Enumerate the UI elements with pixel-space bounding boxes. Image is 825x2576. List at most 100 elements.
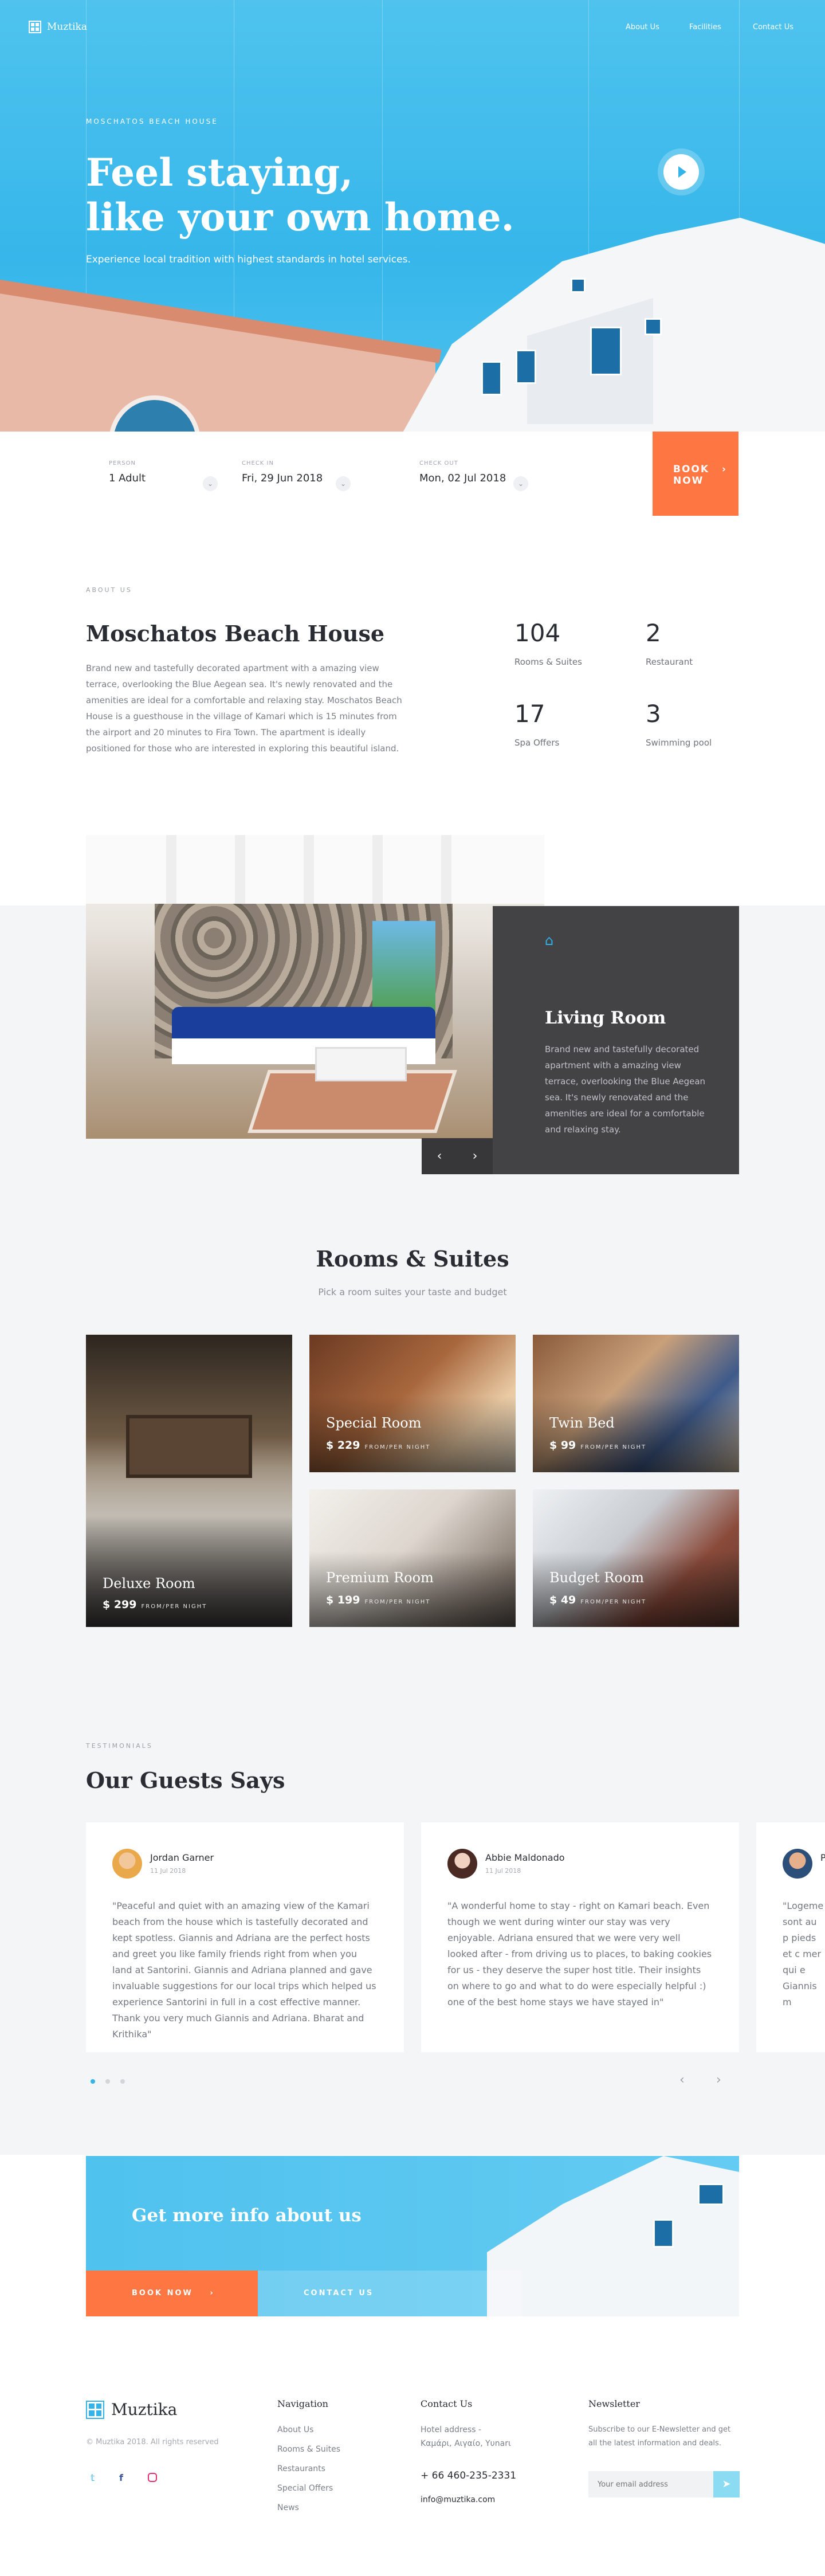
instagram-icon[interactable] — [148, 2473, 157, 2482]
checkout-value: Mon, 02 Jul 2018 — [419, 472, 506, 484]
testimonial-card: P "Logeme sont au p pieds et c mer qui e… — [756, 1822, 825, 2052]
footer-link-news[interactable]: News — [277, 2503, 299, 2512]
room-price-unit: FROM/PER NIGHT — [580, 1444, 647, 1450]
cta-banner: Get more info about us BOOK NOW › CONTAC… — [86, 2156, 739, 2316]
stat-pool-label: Swimming pool — [646, 738, 712, 748]
hero-window — [645, 318, 662, 335]
room-card-special[interactable]: Special Room $ 229 FROM/PER NIGHT — [309, 1335, 516, 1472]
chevron-down-icon[interactable]: ⌄ — [203, 476, 218, 491]
cta-window — [653, 2219, 674, 2248]
about-text: Brand new and tastefully decorated apart… — [86, 663, 402, 754]
room-card-budget[interactable]: Budget Room $ 49 FROM/PER NIGHT — [533, 1489, 739, 1627]
room-card-deluxe[interactable]: Deluxe Room $ 299 FROM/PER NIGHT — [86, 1335, 292, 1627]
room-price-value: $ 199 — [326, 1594, 360, 1606]
newsletter-email-input[interactable] — [588, 2471, 713, 2497]
testimonial-quote: "Logeme sont au p pieds et c mer qui e G… — [783, 1900, 824, 2008]
stat-spa-number: 17 — [514, 700, 545, 728]
avatar — [112, 1849, 142, 1879]
chevron-right-icon: › — [721, 464, 727, 475]
room-price-unit: FROM/PER NIGHT — [364, 1444, 431, 1450]
living-room-image — [86, 835, 544, 1139]
hero-window — [590, 327, 622, 375]
play-icon[interactable] — [663, 154, 699, 190]
twitter-icon[interactable]: 𝕥 — [91, 2472, 95, 2483]
room-price-value: $ 229 — [326, 1439, 360, 1452]
hero-window — [516, 350, 536, 384]
room-price-unit: FROM/PER NIGHT — [141, 1603, 207, 1610]
footer-email[interactable]: info@muztika.com — [421, 2493, 495, 2507]
rooms-subtitle: Pick a room suites your taste and budget — [318, 1287, 507, 1297]
nav-contact-us[interactable]: Contact Us — [753, 23, 793, 32]
chevron-right-icon[interactable]: › — [457, 1138, 493, 1174]
checkout-field[interactable]: Check out Mon, 02 Jul 2018 ⌄ — [419, 460, 528, 491]
room-price: $ 229 FROM/PER NIGHT — [326, 1439, 430, 1452]
footer-link-offers[interactable]: Special Offers — [277, 2484, 333, 2493]
nav-about-us[interactable]: About Us — [626, 23, 659, 32]
testimonial-date: 11 Jul 2018 — [150, 1867, 186, 1875]
room-price: $ 299 FROM/PER NIGHT — [103, 1598, 207, 1611]
book-now-button[interactable]: BOOK › NOW — [653, 432, 738, 516]
book-now-line1: BOOK — [673, 464, 710, 475]
cta-book-now-button[interactable]: BOOK NOW › — [86, 2271, 258, 2316]
living-room-text: Brand new and tastefully decorated apart… — [545, 1044, 706, 1135]
checkin-field[interactable]: Check in Fri, 29 Jun 2018 ⌄ — [242, 460, 351, 491]
logo[interactable]: Muztika — [29, 21, 87, 33]
nav-facilities[interactable]: Facilities — [689, 23, 721, 32]
cta-window — [698, 2183, 724, 2205]
living-room-card: ⌂ Living Room Brand new and tastefully d… — [493, 906, 739, 1174]
slider-dot[interactable] — [105, 2079, 110, 2084]
room-price-unit: FROM/PER NIGHT — [364, 1599, 431, 1605]
testimonial-card: Abbie Maldonado 11 Jul 2018 "A wonderful… — [421, 1822, 739, 2052]
testimonial-quote: "A wonderful home to stay - right on Kam… — [447, 1900, 712, 2008]
testimonial-date: 11 Jul 2018 — [485, 1867, 521, 1875]
testimonial-quote: "Peaceful and quiet with an amazing view… — [112, 1900, 376, 2040]
footer-link-restaurants[interactable]: Restaurants — [277, 2464, 325, 2473]
avatar — [783, 1849, 812, 1879]
top-navbar: Muztika About Us Facilities Contact Us — [0, 0, 825, 57]
stat-restaurant-number: 2 — [646, 619, 661, 647]
footer-phone[interactable]: + 66 460-235-2331 — [421, 2469, 516, 2483]
chevron-left-icon[interactable]: ‹ — [422, 1138, 457, 1174]
logo-text: Muztika — [47, 21, 88, 33]
slider-dot-active[interactable] — [91, 2079, 95, 2084]
testimonial-name: Abbie Maldonado — [485, 1852, 565, 1863]
room-card-twin[interactable]: Twin Bed $ 99 FROM/PER NIGHT — [533, 1335, 739, 1472]
footer-address-line1: Hotel address - — [421, 2425, 482, 2434]
chevron-down-icon[interactable]: ⌄ — [513, 476, 528, 491]
testimonials-title: Our Guests Says — [86, 1767, 285, 1793]
cta-contact-button[interactable]: CONTACT US — [258, 2271, 521, 2316]
footer-link-rooms[interactable]: Rooms & Suites — [277, 2445, 340, 2454]
room-name: Deluxe Room — [103, 1575, 195, 1591]
chevron-down-icon[interactable]: ⌄ — [336, 476, 351, 491]
stat-rooms-number: 104 — [514, 619, 561, 647]
footer-link-about[interactable]: About Us — [277, 2425, 313, 2434]
person-field[interactable]: Person 1 Adult ⌄ — [109, 460, 218, 491]
hero-window — [481, 361, 502, 395]
room-name: Premium Room — [326, 1570, 434, 1586]
testimonial-name: P — [820, 1852, 825, 1863]
room-price: $ 49 FROM/PER NIGHT — [549, 1594, 646, 1606]
rooms-title: Rooms & Suites — [316, 1246, 509, 1272]
page: Muztika About Us Facilities Contact Us M… — [0, 0, 825, 2576]
room-price-value: $ 299 — [103, 1598, 137, 1611]
slider-dot[interactable] — [120, 2079, 125, 2084]
room-name: Special Room — [326, 1415, 422, 1431]
hero-eyebrow: Moschatos Beach House — [86, 117, 218, 126]
checkout-label: Check out — [419, 460, 458, 466]
stat-spa-label: Spa Offers — [514, 738, 560, 748]
chevron-left-icon[interactable]: ‹ — [679, 2073, 685, 2087]
chevron-right-icon[interactable]: › — [716, 2073, 721, 2087]
room-name: Twin Bed — [549, 1415, 615, 1431]
facebook-icon[interactable]: f — [119, 2472, 123, 2483]
person-value: 1 Adult — [109, 472, 146, 484]
armchair-icon: ⌂ — [545, 932, 554, 948]
stat-rooms-label: Rooms & Suites — [514, 657, 582, 667]
send-icon[interactable]: ➤ — [713, 2471, 740, 2497]
living-slider-arrows: ‹ › — [422, 1138, 493, 1174]
cta-book-label: BOOK NOW — [132, 2289, 193, 2297]
room-card-premium[interactable]: Premium Room $ 199 FROM/PER NIGHT — [309, 1489, 516, 1627]
cta-contact-label: CONTACT US — [304, 2289, 374, 2297]
footer-logo[interactable]: Muztika — [86, 2400, 177, 2419]
ceiling — [86, 835, 544, 904]
hero-title-line2: like your own home. — [86, 195, 514, 240]
